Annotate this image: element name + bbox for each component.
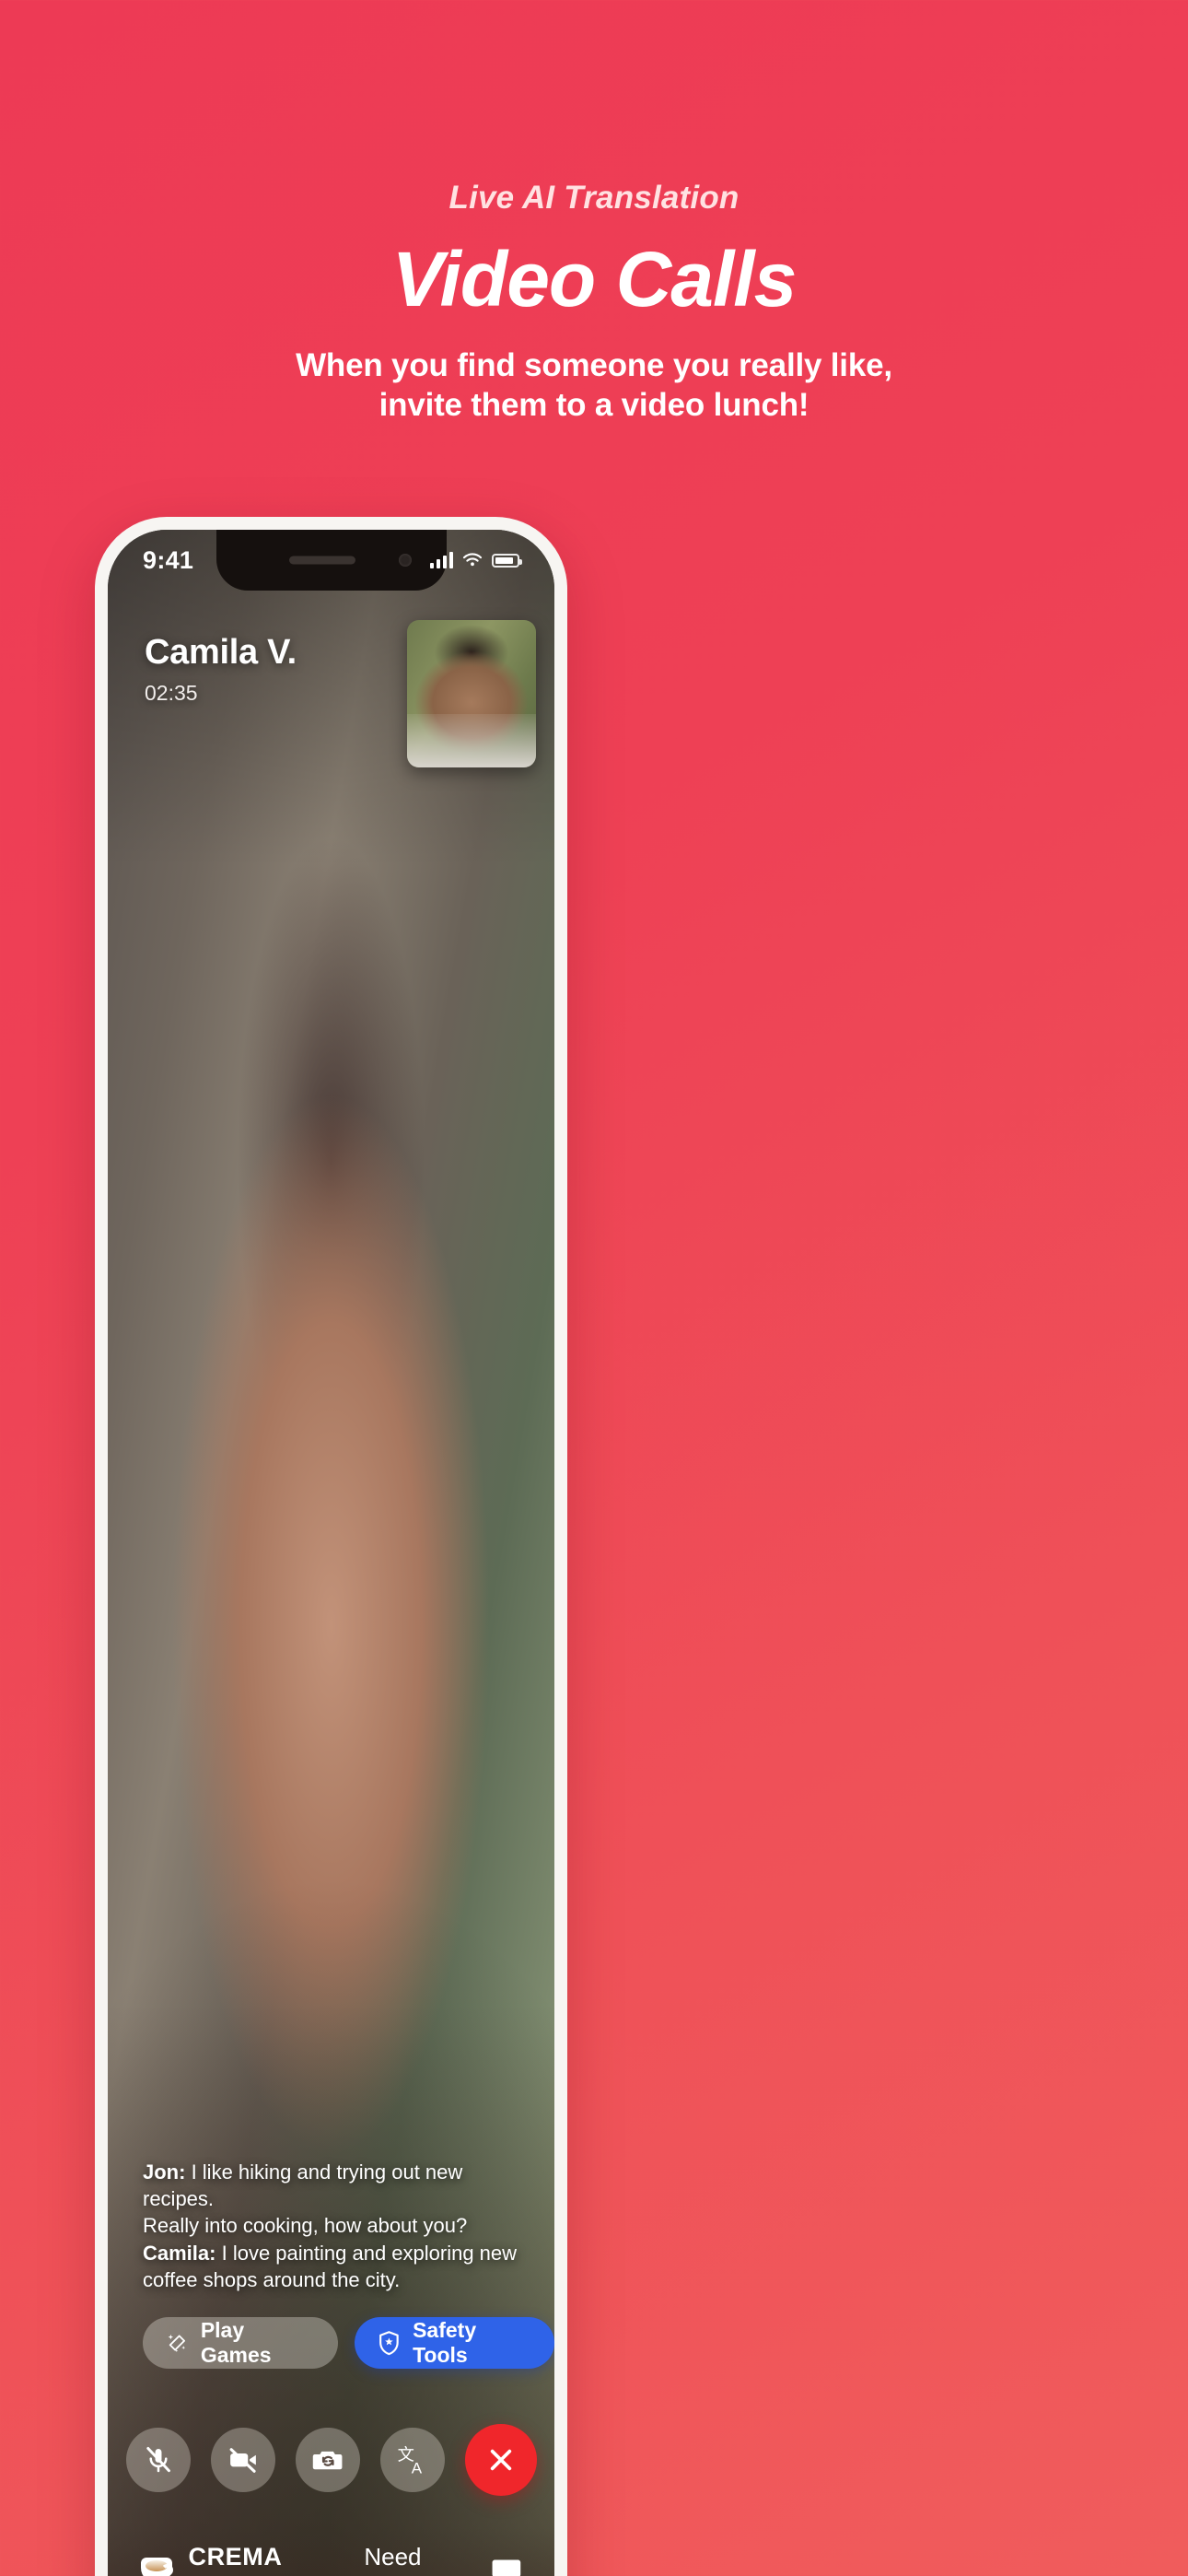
caption-line: Camila: I love painting and exploring ne… (143, 2240, 527, 2266)
call-header: Camila V. 02:35 (145, 633, 297, 706)
play-games-label: Play Games (200, 2318, 272, 2367)
translate-button[interactable]: 文 A (379, 2428, 445, 2492)
bottom-brand-bar: CREMA SOCIAL Need Help? (108, 2527, 554, 2576)
microphone-off-button[interactable] (125, 2428, 191, 2492)
shield-star-icon (379, 2331, 400, 2356)
caption-text: I like hiking and trying out new recipes… (143, 2160, 463, 2210)
microphone-off-icon (146, 2447, 170, 2473)
caption-line: coffee shops around the city. (143, 2266, 527, 2293)
caption-speaker: Camila: (143, 2241, 216, 2265)
camera-flip-button[interactable] (295, 2428, 360, 2492)
end-call-icon (490, 2449, 511, 2471)
phone-mockup: 9:41 Camila V. 02:35 Jon: I like hiking … (95, 517, 567, 2576)
caption-line: Really into cooking, how about you? (143, 2212, 527, 2239)
translate-icon: 文 A (397, 2446, 422, 2476)
caption-speaker: Jon: (143, 2160, 186, 2184)
magic-wand-icon (168, 2334, 186, 2353)
live-captions: Jon: I like hiking and trying out new re… (143, 2159, 527, 2293)
call-duration-timer: 02:35 (145, 681, 198, 705)
brand-lockup: CREMA SOCIAL (139, 2543, 364, 2576)
page-title: Video Calls (391, 235, 798, 322)
brand-name: CREMA SOCIAL (188, 2543, 364, 2576)
need-help-button[interactable]: Need Help? (364, 2543, 523, 2576)
safety-tools-button[interactable]: Safety Tools (355, 2317, 554, 2369)
quick-actions: Play Games Safety Tools (143, 2317, 554, 2369)
promo-subtitle-line-2: invite them to a video lunch! (379, 387, 809, 424)
video-off-icon (229, 2448, 256, 2473)
status-bar: 9:41 (108, 530, 554, 591)
end-call-button[interactable] (464, 2424, 537, 2496)
caption-text: Really into cooking, how about you? (143, 2214, 468, 2238)
safety-tools-label: Safety Tools (413, 2318, 477, 2367)
need-help-label: Need Help? (364, 2543, 426, 2576)
camera-flip-icon (312, 2451, 342, 2470)
video-off-button[interactable] (210, 2428, 275, 2492)
promo-header: Live AI Translation Video Calls When you… (0, 180, 1188, 427)
self-view-pip[interactable] (407, 620, 536, 767)
call-controls: 文 A (108, 2424, 554, 2496)
svg-text:A: A (411, 2459, 422, 2476)
brand-name-light: SOCIAL (188, 2571, 283, 2576)
brand-name-bold: CREMA (188, 2543, 283, 2570)
play-games-button[interactable]: Play Games (143, 2317, 339, 2369)
call-participant-name: Camila V. (145, 633, 297, 672)
caption-text: coffee shops around the city. (143, 2267, 401, 2291)
promo-eyebrow: Live AI Translation (448, 180, 740, 216)
wifi-icon (462, 553, 483, 567)
cellular-bars-icon (430, 552, 453, 568)
caption-line: Jon: I like hiking and trying out new re… (143, 2159, 527, 2213)
promo-subtitle-line-1: When you find someone you really like, (296, 346, 892, 383)
chat-bubble-icon (492, 2559, 521, 2576)
promo-subtitle: When you find someone you really like, i… (101, 345, 1087, 427)
caption-text: I love painting and exploring new (215, 2241, 518, 2265)
status-time: 9:41 (143, 545, 194, 574)
coffee-cup-icon (139, 2556, 175, 2576)
battery-icon (492, 553, 522, 568)
phone-screen: 9:41 Camila V. 02:35 Jon: I like hiking … (108, 530, 554, 2576)
status-icons (430, 552, 522, 568)
